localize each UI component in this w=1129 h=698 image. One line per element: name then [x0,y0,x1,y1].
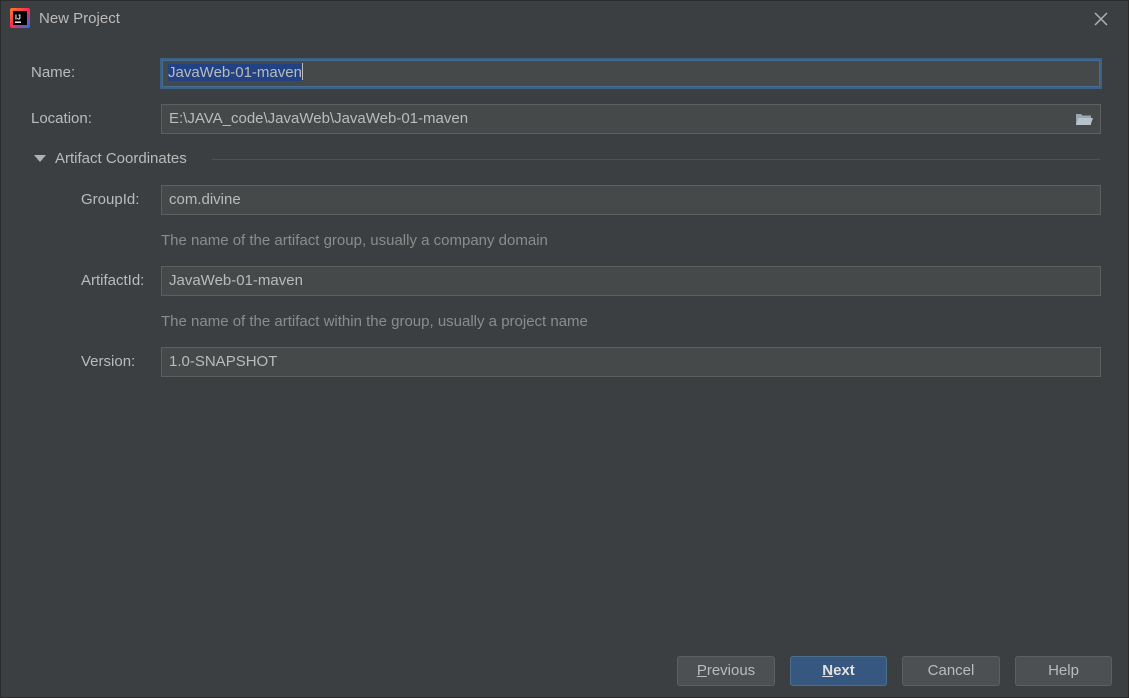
section-divider [212,159,1100,160]
artifactid-value: JavaWeb-01-maven [169,272,303,289]
next-label: ext [833,662,855,679]
close-icon[interactable] [1092,10,1110,28]
previous-label: revious [706,662,756,679]
artifactid-label: ArtifactId: [81,272,145,289]
window-title: New Project [39,10,120,27]
new-project-dialog: IJ New Project Name: JavaWeb-01-maven Lo… [0,0,1129,698]
version-value: 1.0-SNAPSHOT [169,353,278,370]
artifactid-input[interactable]: JavaWeb-01-maven [161,266,1101,296]
location-label: Location: [31,110,92,127]
name-value: JavaWeb-01-maven [168,64,302,81]
artifact-coordinates-title: Artifact Coordinates [55,150,187,167]
groupid-input[interactable]: com.divine [161,185,1101,215]
intellij-idea-icon: IJ [10,8,30,28]
artifactid-hint: The name of the artifact within the grou… [161,313,588,330]
version-label: Version: [81,353,136,370]
next-button[interactable]: Next [790,656,887,686]
name-input[interactable]: JavaWeb-01-maven [160,58,1102,89]
svg-text:IJ: IJ [15,15,21,22]
groupid-hint: The name of the artifact group, usually … [161,232,548,249]
help-button[interactable]: Help [1015,656,1112,686]
cancel-button[interactable]: Cancel [902,656,1000,686]
folder-icon[interactable] [1075,112,1093,126]
next-mnemonic: N [822,662,834,679]
title-bar[interactable]: IJ New Project [1,1,1128,37]
location-value: E:\JAVA_code\JavaWeb\JavaWeb-01-maven [169,110,469,127]
groupid-value: com.divine [169,191,241,208]
triangle-down-icon [34,155,46,162]
previous-button[interactable]: Previous [677,656,775,686]
name-label: Name: [31,64,76,81]
version-input[interactable]: 1.0-SNAPSHOT [161,347,1101,377]
previous-mnemonic: P [696,662,707,679]
groupid-label: GroupId: [81,191,140,208]
text-caret [301,63,303,80]
location-input[interactable]: E:\JAVA_code\JavaWeb\JavaWeb-01-maven [161,104,1101,134]
